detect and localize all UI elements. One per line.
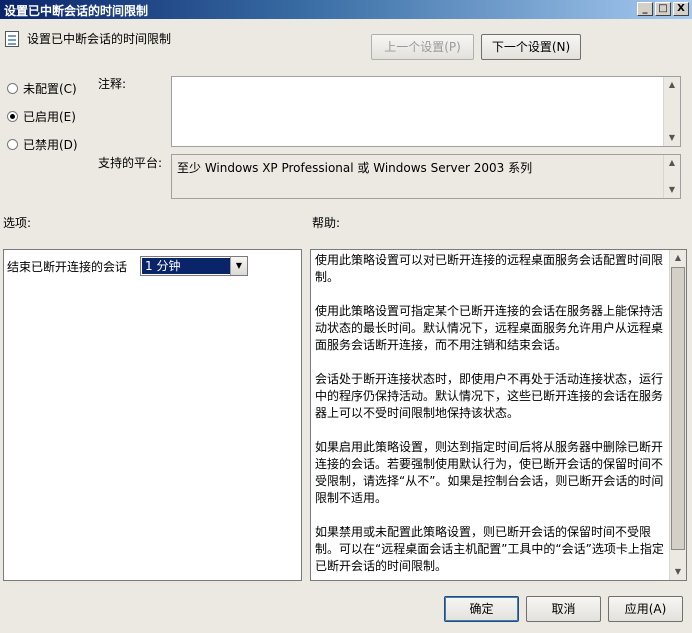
radio-circle[interactable] <box>7 83 18 94</box>
scroll-up-icon[interactable]: ▲ <box>670 250 686 266</box>
radio-circle[interactable] <box>7 139 18 150</box>
platform-value: 至少 Windows XP Professional 或 Windows Ser… <box>177 161 533 175</box>
policy-document-icon <box>5 30 19 47</box>
help-paragraph: 使用此策略设置可以对已断开连接的远程桌面服务会话配置时间限制。 <box>315 253 664 284</box>
help-panel[interactable]: 使用此策略设置可以对已断开连接的远程桌面服务会话配置时间限制。 使用此策略设置可… <box>310 249 687 581</box>
help-scrollbar[interactable]: ▲ ▼ <box>669 250 686 580</box>
scroll-down-icon[interactable]: ▼ <box>664 182 680 198</box>
maximize-button[interactable]: □ <box>655 2 671 16</box>
next-setting-button[interactable]: 下一个设置(N) <box>481 34 581 60</box>
close-button[interactable]: X <box>673 2 689 16</box>
help-paragraph: 如果禁用或未配置此策略设置，则已断开会话的保留时间不受限制。可以在“远程桌面会话… <box>315 525 664 573</box>
scroll-down-icon[interactable]: ▼ <box>670 564 686 580</box>
title-bar[interactable]: 设置已中断会话的时间限制 _ □ X <box>0 0 692 19</box>
timeout-setting-label: 结束已断开连接的会话 <box>7 260 128 274</box>
radio-label: 未配置(C) <box>23 82 77 96</box>
help-paragraph: 会话处于断开连接状态时，即使用户不再处于活动连接状态，运行中的程序仍保持活动。默… <box>315 372 664 420</box>
minimize-button[interactable]: _ <box>637 2 653 16</box>
platform-scrollbar[interactable]: ▲ ▼ <box>663 155 680 198</box>
ok-button[interactable]: 确定 <box>444 596 519 622</box>
policy-heading-text: 设置已中断会话的时间限制 <box>27 32 172 46</box>
comment-label: 注释: <box>98 77 127 91</box>
dropdown-arrow-icon[interactable]: ▼ <box>230 257 247 275</box>
help-paragraph: 使用此策略设置可指定某个已断开连接的会话在服务器上能保持活动状态的最长时间。默认… <box>315 304 664 352</box>
cancel-button[interactable]: 取消 <box>526 596 601 622</box>
help-section-label: 帮助: <box>312 216 341 230</box>
platform-label: 支持的平台: <box>98 156 163 170</box>
scroll-up-icon[interactable]: ▲ <box>664 77 680 93</box>
timeout-selected-value: 1 分钟 <box>142 258 231 274</box>
radio-not-configured[interactable]: 未配置(C) <box>7 80 77 97</box>
radio-enabled[interactable]: 已启用(E) <box>7 108 76 125</box>
previous-setting-button[interactable]: 上一个设置(P) <box>371 34 474 60</box>
help-scroll-thumb[interactable] <box>671 267 685 550</box>
help-paragraph: 如果启用此策略设置，则达到指定时间后将从服务器中删除已断开连接的会话。若要强制使… <box>315 440 664 505</box>
help-text: 使用此策略设置可以对已断开连接的远程桌面服务会话配置时间限制。 使用此策略设置可… <box>315 252 666 592</box>
scroll-down-icon[interactable]: ▼ <box>664 130 680 146</box>
timeout-select[interactable]: 1 分钟 ▼ <box>140 256 248 276</box>
options-panel <box>3 249 302 581</box>
radio-circle-checked[interactable] <box>7 111 18 122</box>
platform-field[interactable]: 至少 Windows XP Professional 或 Windows Ser… <box>171 154 681 199</box>
comment-textarea[interactable]: ▲ ▼ <box>171 76 681 147</box>
options-section-label: 选项: <box>3 216 32 230</box>
comment-scrollbar[interactable]: ▲ ▼ <box>663 77 680 146</box>
apply-button[interactable]: 应用(A) <box>608 596 683 622</box>
radio-disabled[interactable]: 已禁用(D) <box>7 136 78 153</box>
policy-heading: 设置已中断会话的时间限制 <box>5 30 171 47</box>
radio-label: 已启用(E) <box>23 110 76 124</box>
scroll-up-icon[interactable]: ▲ <box>664 155 680 171</box>
window-title: 设置已中断会话的时间限制 <box>4 4 149 18</box>
radio-label: 已禁用(D) <box>23 138 78 152</box>
